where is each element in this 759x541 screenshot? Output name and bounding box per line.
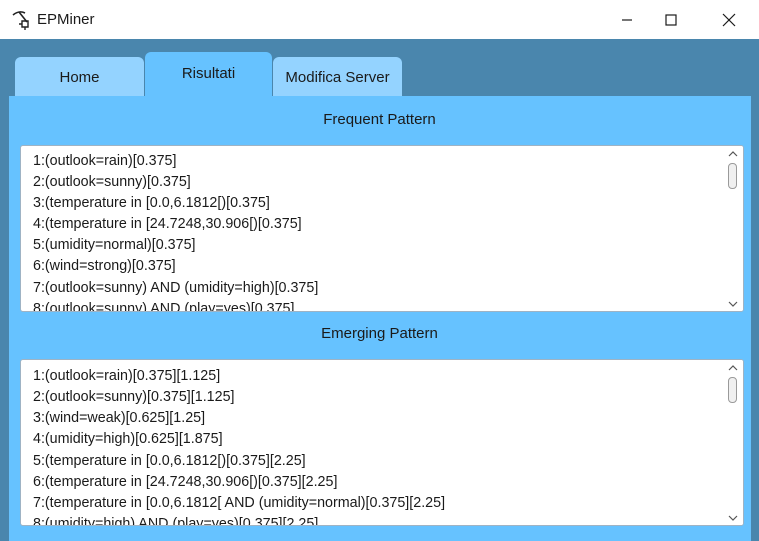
frequent-line: 4:(temperature in [24.7248,30.906[)[0.37… (33, 216, 302, 232)
emerging-line: 7:(temperature in [0.0,6.1812[ AND (umid… (33, 495, 446, 511)
tab-home[interactable]: Home (15, 57, 144, 97)
tab-risultati[interactable]: Risultati (145, 52, 272, 97)
maximize-icon (665, 13, 677, 26)
emerging-line: 6:(temperature in [24.7248,30.906[)[0.37… (33, 474, 338, 490)
frequent-pattern-title: Frequent Pattern (323, 111, 436, 128)
frequent-line: 6:(wind=strong)[0.375] (33, 258, 176, 274)
tab-modifica-server[interactable]: Modifica Server (273, 57, 402, 97)
emerging-line: 4:(umidity=high)[0.625][1.875] (33, 431, 223, 447)
emerging-scroll-thumb[interactable] (728, 377, 737, 403)
frequent-scroll-thumb[interactable] (728, 163, 737, 189)
frequent-pattern-textarea[interactable]: 1:(outlook=rain)[0.375] 2:(outlook=sunny… (20, 145, 744, 312)
frequent-pattern-content: 1:(outlook=rain)[0.375] 2:(outlook=sunny… (21, 146, 721, 311)
emerging-pattern-title: Emerging Pattern (321, 325, 438, 342)
emerging-line: 5:(temperature in [0.0,6.1812[)[0.375][2… (33, 453, 306, 469)
frequent-line: 8:(outlook=sunny) AND (play=yes)[0.375] (33, 301, 295, 311)
frequent-line: 2:(outlook=sunny)[0.375] (33, 174, 191, 190)
window-title: EPMiner (37, 11, 95, 28)
close-icon (722, 13, 736, 26)
scroll-up-icon (728, 365, 738, 371)
minimize-button[interactable] (604, 0, 650, 39)
emerging-pattern-textarea[interactable]: 1:(outlook=rain)[0.375][1.125] 2:(outloo… (20, 359, 744, 526)
frequent-line: 1:(outlook=rain)[0.375] (33, 153, 177, 169)
frequent-line: 5:(umidity=normal)[0.375] (33, 237, 196, 253)
frequent-line: 7:(outlook=sunny) AND (umidity=high)[0.3… (33, 280, 319, 296)
close-button[interactable] (706, 0, 752, 39)
emerging-scrollbar[interactable] (723, 360, 743, 525)
emerging-line: 8:(umidity=high) AND (play=yes)[0.375][2… (33, 516, 319, 525)
title-bar: EPMiner (0, 0, 759, 39)
frequent-scrollbar[interactable] (723, 146, 743, 311)
emerging-line: 2:(outlook=sunny)[0.375][1.125] (33, 389, 235, 405)
frequent-line: 3:(temperature in [0.0,6.1812[)[0.375] (33, 195, 270, 211)
emerging-line: 3:(wind=weak)[0.625][1.25] (33, 410, 206, 426)
emerging-pattern-content: 1:(outlook=rain)[0.375][1.125] 2:(outloo… (21, 360, 721, 525)
scroll-down-icon (728, 301, 738, 307)
pickaxe-icon (10, 9, 32, 31)
scroll-down-icon (728, 515, 738, 521)
maximize-button[interactable] (648, 0, 694, 39)
scroll-up-icon (728, 151, 738, 157)
emerging-line: 1:(outlook=rain)[0.375][1.125] (33, 368, 221, 384)
minimize-icon (622, 18, 632, 21)
